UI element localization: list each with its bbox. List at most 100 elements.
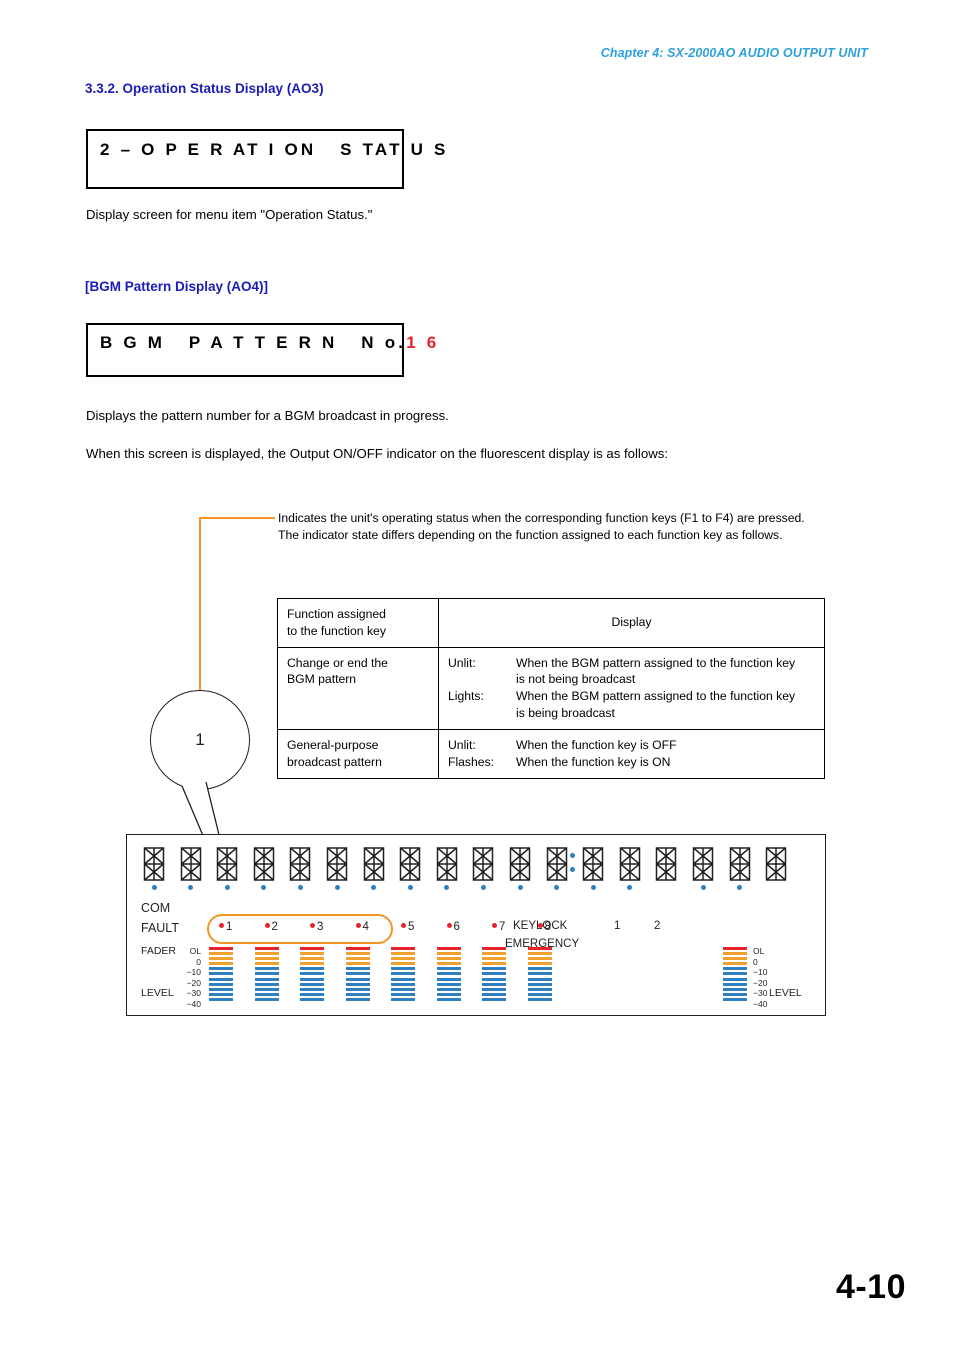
level-meter xyxy=(300,947,324,1003)
table-cell-display-general: Unlit: When the function key is OFF Flas… xyxy=(438,728,825,779)
meter-scale-label: −20 xyxy=(753,977,768,988)
meter-segment-ol xyxy=(300,947,324,950)
meter-segment-normal xyxy=(345,982,370,986)
meter-segment-high xyxy=(300,952,324,956)
level-meter xyxy=(482,947,506,1003)
meter-segment-ol xyxy=(723,947,747,950)
table-header-row: Function assigned to the function key Di… xyxy=(277,598,825,648)
indicator-number: 5 xyxy=(408,921,415,933)
label-com: COM xyxy=(141,901,171,915)
indicator-led-icon xyxy=(492,923,497,928)
meter-segment-normal xyxy=(527,972,552,976)
meter-segment-ol xyxy=(209,947,233,950)
segment-dot xyxy=(371,885,377,890)
segment-character xyxy=(180,847,202,881)
state-text: When the function key is OFF xyxy=(516,737,677,752)
meter-segment-normal xyxy=(345,992,370,996)
indicator-number: 7 xyxy=(499,921,506,933)
paragraph-operation-status: Display screen for menu item "Operation … xyxy=(86,207,373,222)
table-cell-display-bgm: Unlit: When the BGM pattern assigned to … xyxy=(438,646,825,730)
meter-segment-high xyxy=(482,952,506,956)
segment-character xyxy=(765,847,787,881)
display-state-line: Flashes: When the function key is ON xyxy=(448,754,815,771)
indicator-led-icon xyxy=(537,923,543,928)
meter-segment-normal xyxy=(209,972,233,976)
label-level: LEVEL xyxy=(141,987,174,999)
output-indicator-8[interactable]: 8 xyxy=(537,921,551,933)
meter-segment-high xyxy=(482,962,506,966)
meter-scale-label: −10 xyxy=(186,967,201,977)
segment-dot xyxy=(334,885,340,890)
meter-segment-normal xyxy=(482,982,506,986)
table-row: General-purpose broadcast pattern Unlit:… xyxy=(277,728,825,779)
meter-segment-normal xyxy=(300,972,324,976)
meter-segment-high xyxy=(482,957,506,961)
meter-segment-normal xyxy=(723,982,747,986)
meter-segment-normal xyxy=(482,992,506,996)
segment-dot xyxy=(297,885,303,890)
meter-segment-normal xyxy=(482,972,506,976)
output-indicator-5[interactable]: 5 xyxy=(401,921,414,933)
meter-segment-normal xyxy=(209,967,233,971)
output-indicator-6[interactable]: 6 xyxy=(446,921,460,933)
meter-segment-normal xyxy=(345,972,370,976)
display-state-line: Lights: When the BGM pattern assigned to… xyxy=(448,688,815,722)
meter-scale-label: 0 xyxy=(753,956,758,967)
document-page: Chapter 4: SX-2000AO AUDIO OUTPUT UNIT 3… xyxy=(0,0,954,1351)
meter-segment-normal xyxy=(391,992,415,996)
segment-character xyxy=(619,847,641,881)
meter-segment-normal xyxy=(527,992,552,996)
meter-segment-normal xyxy=(345,977,370,981)
segment-character xyxy=(692,847,714,881)
meter-segment-high xyxy=(391,962,415,966)
lcd-text-operation-status: 2 – O P E R AT I ON S TAT U S xyxy=(100,140,449,159)
meter-segment-normal xyxy=(482,997,506,1001)
meter-segment-normal xyxy=(300,977,324,981)
state-text: When the BGM pattern assigned to the fun… xyxy=(516,689,796,721)
meter-segment-normal xyxy=(300,997,324,1001)
state-label: Unlit: xyxy=(448,655,476,670)
meter-segment-normal xyxy=(209,982,233,986)
meter-segment-normal xyxy=(254,972,279,976)
lcd-screen-bgm-pattern: B G M P A T T E R N N o.1 6 xyxy=(86,323,436,377)
meter-segment-normal xyxy=(527,977,552,981)
meter-segment-normal xyxy=(723,977,747,981)
meter-segment-ol xyxy=(254,947,279,950)
state-label: Flashes: xyxy=(448,754,495,769)
segment-character xyxy=(216,847,238,881)
segment-dot xyxy=(444,885,450,890)
label-fault: FAULT xyxy=(141,921,179,935)
meter-segment-high xyxy=(723,962,747,966)
segment-dot xyxy=(407,885,413,890)
meter-segment-normal xyxy=(436,987,461,991)
meter-segment-normal xyxy=(436,997,461,1001)
meter-segment-ol xyxy=(482,947,506,950)
segment-character xyxy=(729,847,751,881)
lcd-screen-operation-status: 2 – O P E R AT I ON S TAT U S xyxy=(86,129,445,189)
indicator-number: 6 xyxy=(453,921,460,933)
meter-segment-high xyxy=(527,952,552,956)
segment-character xyxy=(436,847,458,881)
output-indicator-7[interactable]: 7 xyxy=(492,921,505,933)
meter-segment-ol xyxy=(345,947,370,950)
segment-character xyxy=(289,847,311,881)
meter-scale-label: −10 xyxy=(753,967,768,977)
meter-segment-normal xyxy=(345,967,370,971)
meter-segment-normal xyxy=(254,982,279,986)
table-header-function: Function assigned to the function key xyxy=(277,598,439,648)
lcd-text-bgm-value: 1 6 xyxy=(406,333,440,352)
lcd-text-bgm-pattern: B G M P A T T E R N N o.1 6 xyxy=(100,333,439,353)
table-cell-function-general: General-purpose broadcast pattern xyxy=(277,728,439,779)
meter-segment-normal xyxy=(254,992,279,996)
segment-dot xyxy=(480,885,486,890)
segment-dot xyxy=(700,885,706,890)
segment-colon-dot xyxy=(570,867,576,872)
meter-segment-high xyxy=(436,962,461,966)
segment-character xyxy=(509,847,531,881)
segment-dot xyxy=(261,885,267,890)
meter-scale-label: 0 xyxy=(196,956,201,967)
state-label: Lights: xyxy=(448,689,484,704)
display-state-line: Unlit: When the BGM pattern assigned to … xyxy=(448,655,815,689)
segment-character xyxy=(326,847,348,881)
segment-colon-dot xyxy=(570,853,576,858)
